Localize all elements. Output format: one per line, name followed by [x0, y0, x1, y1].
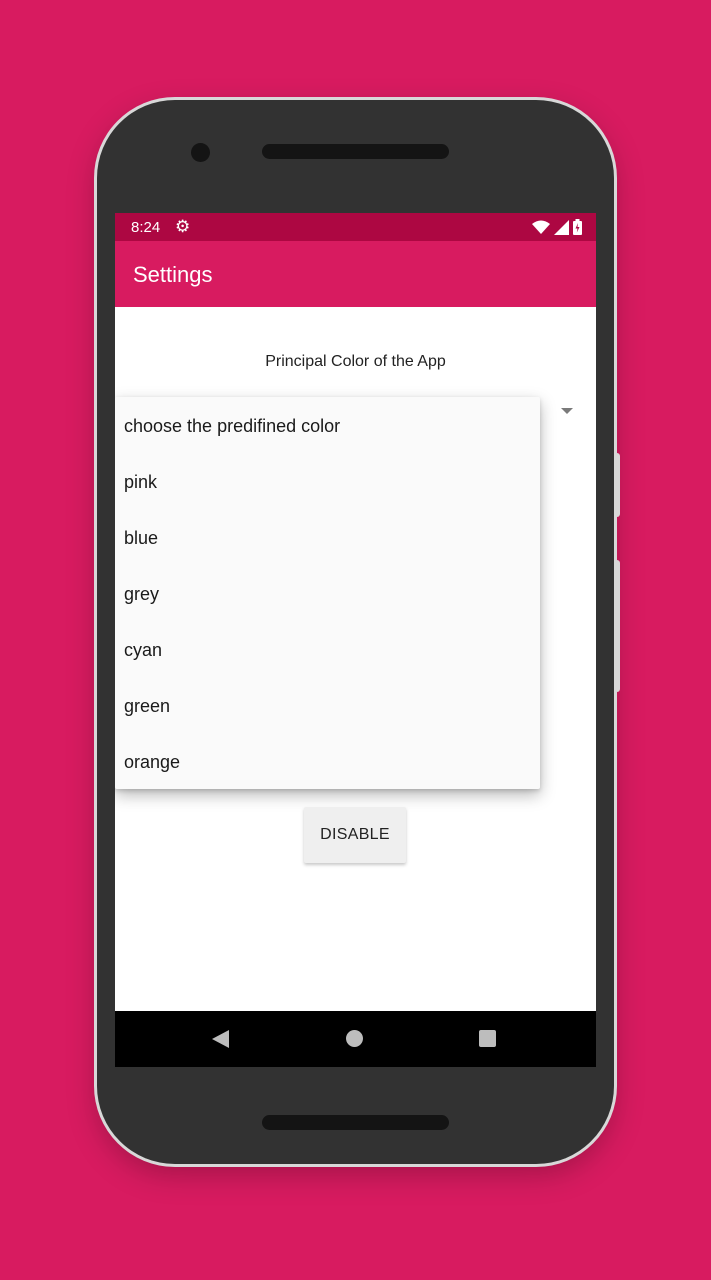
- dropdown-option-grey[interactable]: grey: [115, 565, 540, 621]
- home-icon[interactable]: [346, 1030, 363, 1047]
- status-icons: [532, 219, 582, 235]
- status-time: 8:24: [131, 219, 161, 236]
- dropdown-option-choose[interactable]: choose the predifined color: [115, 397, 540, 453]
- wifi-icon: [532, 220, 550, 234]
- status-bar: 8:24 ⚙: [115, 213, 596, 241]
- disable-button[interactable]: DISABLE: [304, 807, 406, 863]
- power-button: [614, 453, 620, 517]
- dropdown-option-pink[interactable]: pink: [115, 453, 540, 509]
- screen: 8:24 ⚙ Settings Principal Color of the A…: [115, 213, 596, 1067]
- signal-icon: [554, 219, 569, 235]
- battery-icon: [573, 219, 582, 235]
- front-camera: [191, 143, 210, 162]
- gear-icon: ⚙: [175, 217, 191, 236]
- dropdown-option-orange[interactable]: orange: [115, 733, 540, 789]
- back-icon[interactable]: [212, 1030, 229, 1048]
- recent-apps-icon[interactable]: [479, 1030, 496, 1047]
- volume-button: [614, 560, 620, 692]
- page-title: Settings: [133, 262, 213, 287]
- color-dropdown-list: choose the predifined color pink blue gr…: [115, 397, 540, 789]
- dropdown-option-cyan[interactable]: cyan: [115, 621, 540, 677]
- dropdown-option-blue[interactable]: blue: [115, 509, 540, 565]
- principal-color-label: Principal Color of the App: [265, 353, 446, 370]
- bottom-speaker: [262, 1115, 449, 1130]
- dropdown-option-green[interactable]: green: [115, 677, 540, 733]
- dropdown-arrow-icon[interactable]: [561, 408, 573, 414]
- app-bar: Settings: [115, 241, 596, 307]
- top-speaker: [262, 144, 449, 159]
- nav-bar: [115, 1011, 596, 1067]
